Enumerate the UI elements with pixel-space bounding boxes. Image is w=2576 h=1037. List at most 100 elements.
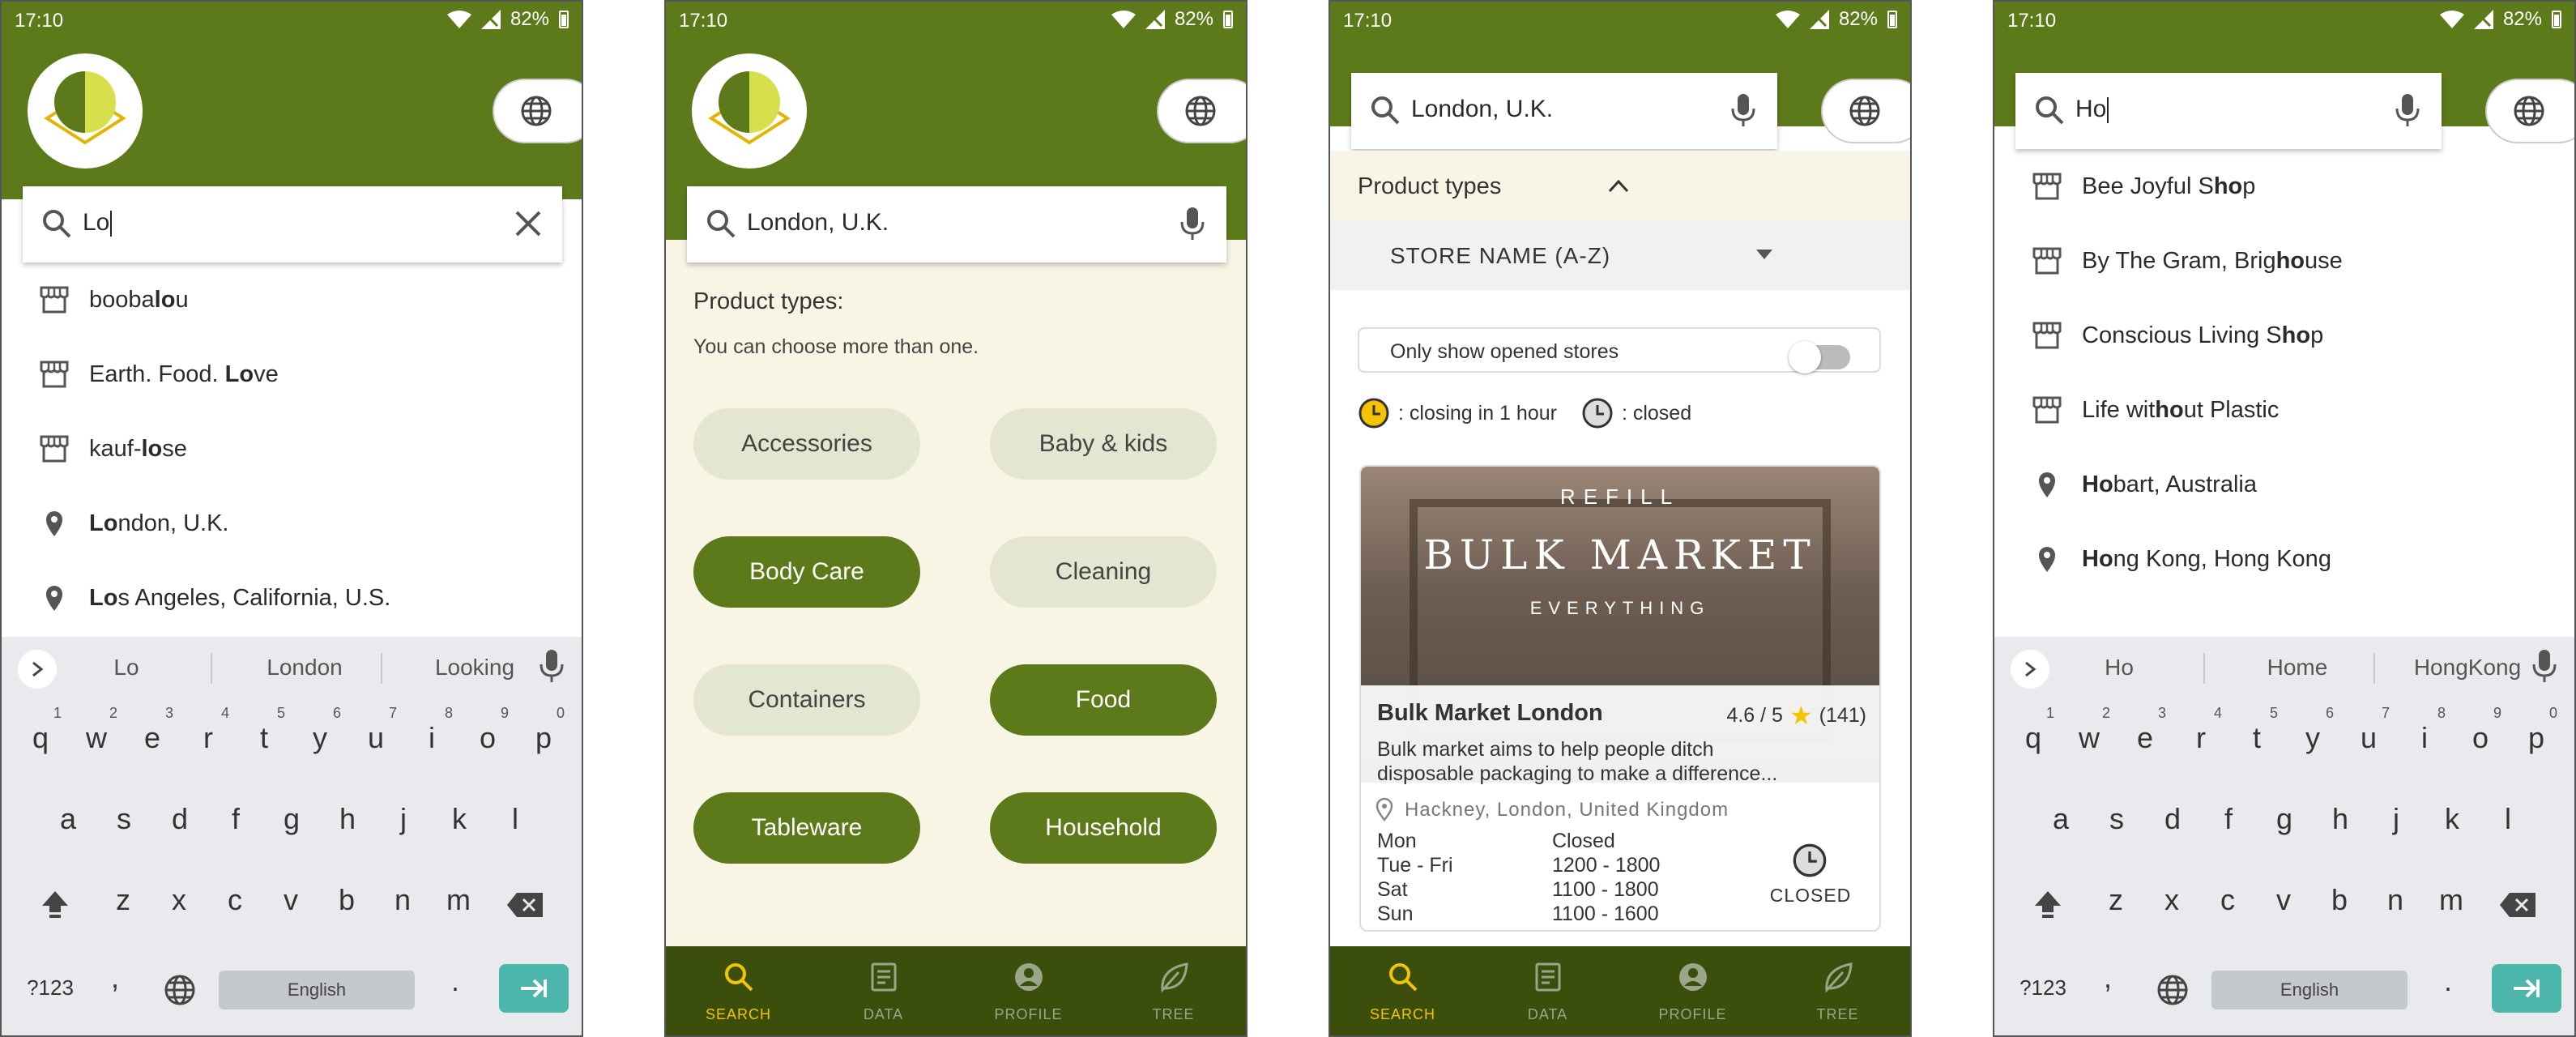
key-n[interactable]: n (378, 883, 427, 917)
key-t[interactable]: 5t (2233, 705, 2281, 755)
keyboard-suggestion[interactable]: Home (2224, 655, 2370, 681)
product-chip[interactable]: Accessories (693, 408, 920, 480)
key-w[interactable]: 2w (2065, 705, 2113, 755)
open-stores-toggle[interactable] (1789, 341, 1850, 373)
suggestion-item[interactable]: kauf-lose (2, 412, 582, 486)
expand-suggestions-button[interactable] (18, 650, 57, 689)
key-y[interactable]: 6y (2288, 705, 2337, 755)
key-r[interactable]: 4r (184, 705, 232, 755)
nav-item-search[interactable]: SEARCH (1330, 946, 1475, 1035)
search-input[interactable]: Lo (83, 209, 113, 237)
key-q[interactable]: 1q (16, 705, 65, 755)
suggestion-item[interactable]: Hong Kong, Hong Kong (1994, 522, 2574, 596)
key-v[interactable]: v (2259, 883, 2308, 917)
suggestion-item[interactable]: Earth. Food. Love (2, 337, 582, 412)
key-g[interactable]: g (267, 802, 316, 836)
keyboard-suggestion[interactable]: Lo (53, 655, 199, 681)
key-l[interactable]: l (491, 802, 540, 836)
key-v[interactable]: v (267, 883, 315, 917)
suggestion-item[interactable]: Hobart, Australia (1994, 447, 2574, 522)
language-button[interactable] (1821, 79, 1910, 143)
key-k[interactable]: k (435, 802, 484, 836)
search-box[interactable]: London, U.K. (687, 186, 1226, 262)
microphone-icon[interactable] (2391, 92, 2424, 128)
search-input[interactable]: London, U.K. (1411, 96, 1553, 123)
search-input[interactable]: London, U.K. (747, 209, 889, 237)
key-a[interactable]: a (44, 802, 92, 836)
symbols-key[interactable]: ?123 (2011, 975, 2075, 1001)
chevron-up-icon[interactable] (1607, 177, 1630, 194)
key-f[interactable]: f (2204, 802, 2253, 836)
open-stores-filter[interactable]: Only show opened stores (1358, 327, 1881, 373)
key-g[interactable]: g (2260, 802, 2309, 836)
backspace-icon[interactable] (2498, 891, 2537, 919)
key-h[interactable]: h (2316, 802, 2365, 836)
suggestion-item[interactable]: Los Angeles, California, U.S. (2, 561, 582, 635)
enter-key[interactable] (499, 964, 569, 1013)
key-d[interactable]: d (2148, 802, 2197, 836)
key-j[interactable]: j (379, 802, 428, 836)
key-u[interactable]: 7u (352, 705, 400, 755)
key-a[interactable]: a (2036, 802, 2085, 836)
key-x[interactable]: x (155, 883, 203, 917)
key-z[interactable]: z (2092, 883, 2140, 917)
shift-icon[interactable] (2032, 888, 2064, 920)
store-card[interactable]: REFILL BULK MARKET EVERYTHING Bulk Marke… (1359, 465, 1881, 932)
nav-item-data[interactable]: DATA (1475, 946, 1620, 1035)
suggestion-item[interactable]: boobalou (2, 262, 582, 337)
search-input[interactable]: Ho (2075, 96, 2109, 124)
microphone-icon[interactable] (1176, 206, 1209, 241)
key-p[interactable]: 0p (519, 705, 568, 755)
space-key[interactable]: English (2211, 971, 2408, 1009)
key-w[interactable]: 2w (72, 705, 121, 755)
microphone-icon[interactable] (2532, 648, 2557, 684)
globe-icon[interactable] (2156, 974, 2189, 1006)
key-y[interactable]: 6y (296, 705, 344, 755)
search-box[interactable]: Lo (23, 186, 562, 262)
app-logo[interactable] (692, 53, 807, 169)
language-button[interactable] (493, 79, 582, 143)
key-q[interactable]: 1q (2009, 705, 2058, 755)
key-e[interactable]: 3e (2121, 705, 2169, 755)
space-key[interactable]: English (219, 971, 415, 1009)
key-k[interactable]: k (2428, 802, 2476, 836)
key-r[interactable]: 4r (2177, 705, 2225, 755)
language-button[interactable] (2485, 79, 2574, 143)
sort-dropdown[interactable]: STORE NAME (A-Z) (1330, 220, 1910, 290)
period-key[interactable]: . (2432, 964, 2464, 998)
key-z[interactable]: z (99, 883, 147, 917)
backspace-icon[interactable] (505, 891, 544, 919)
key-s[interactable]: s (2092, 802, 2141, 836)
nav-item-profile[interactable]: PROFILE (1620, 946, 1765, 1035)
key-n[interactable]: n (2371, 883, 2420, 917)
suggestion-item[interactable]: London, U.K. (2, 486, 582, 561)
enter-key[interactable] (2492, 964, 2561, 1013)
key-j[interactable]: j (2372, 802, 2420, 836)
product-chip[interactable]: Body Care (693, 536, 920, 608)
key-b[interactable]: b (2315, 883, 2364, 917)
key-o[interactable]: 9o (463, 705, 512, 755)
product-chip[interactable]: Food (990, 664, 1217, 736)
comma-key[interactable]: , (2092, 961, 2124, 995)
suggestion-item[interactable]: Conscious Living Shop (1994, 298, 2574, 373)
period-key[interactable]: . (439, 964, 471, 998)
key-b[interactable]: b (322, 883, 371, 917)
key-u[interactable]: 7u (2344, 705, 2393, 755)
key-l[interactable]: l (2484, 802, 2532, 836)
key-p[interactable]: 0p (2512, 705, 2561, 755)
suggestion-item[interactable]: Life without Plastic (1994, 373, 2574, 447)
keyboard-suggestion[interactable]: Ho (2046, 655, 2192, 681)
app-logo[interactable] (28, 53, 143, 169)
language-button[interactable] (1157, 79, 1246, 143)
key-t[interactable]: 5t (240, 705, 288, 755)
microphone-icon[interactable] (540, 648, 564, 684)
expand-suggestions-button[interactable] (2011, 650, 2049, 689)
key-e[interactable]: 3e (128, 705, 177, 755)
keyboard-suggestion[interactable]: Looking (402, 655, 548, 681)
keyboard-suggestion[interactable]: HongKong (2395, 655, 2540, 681)
product-chip[interactable]: Household (990, 792, 1217, 864)
keyboard-suggestion[interactable]: London (232, 655, 377, 681)
search-box[interactable]: Ho (2015, 73, 2442, 149)
key-d[interactable]: d (156, 802, 204, 836)
key-i[interactable]: 8i (407, 705, 456, 755)
